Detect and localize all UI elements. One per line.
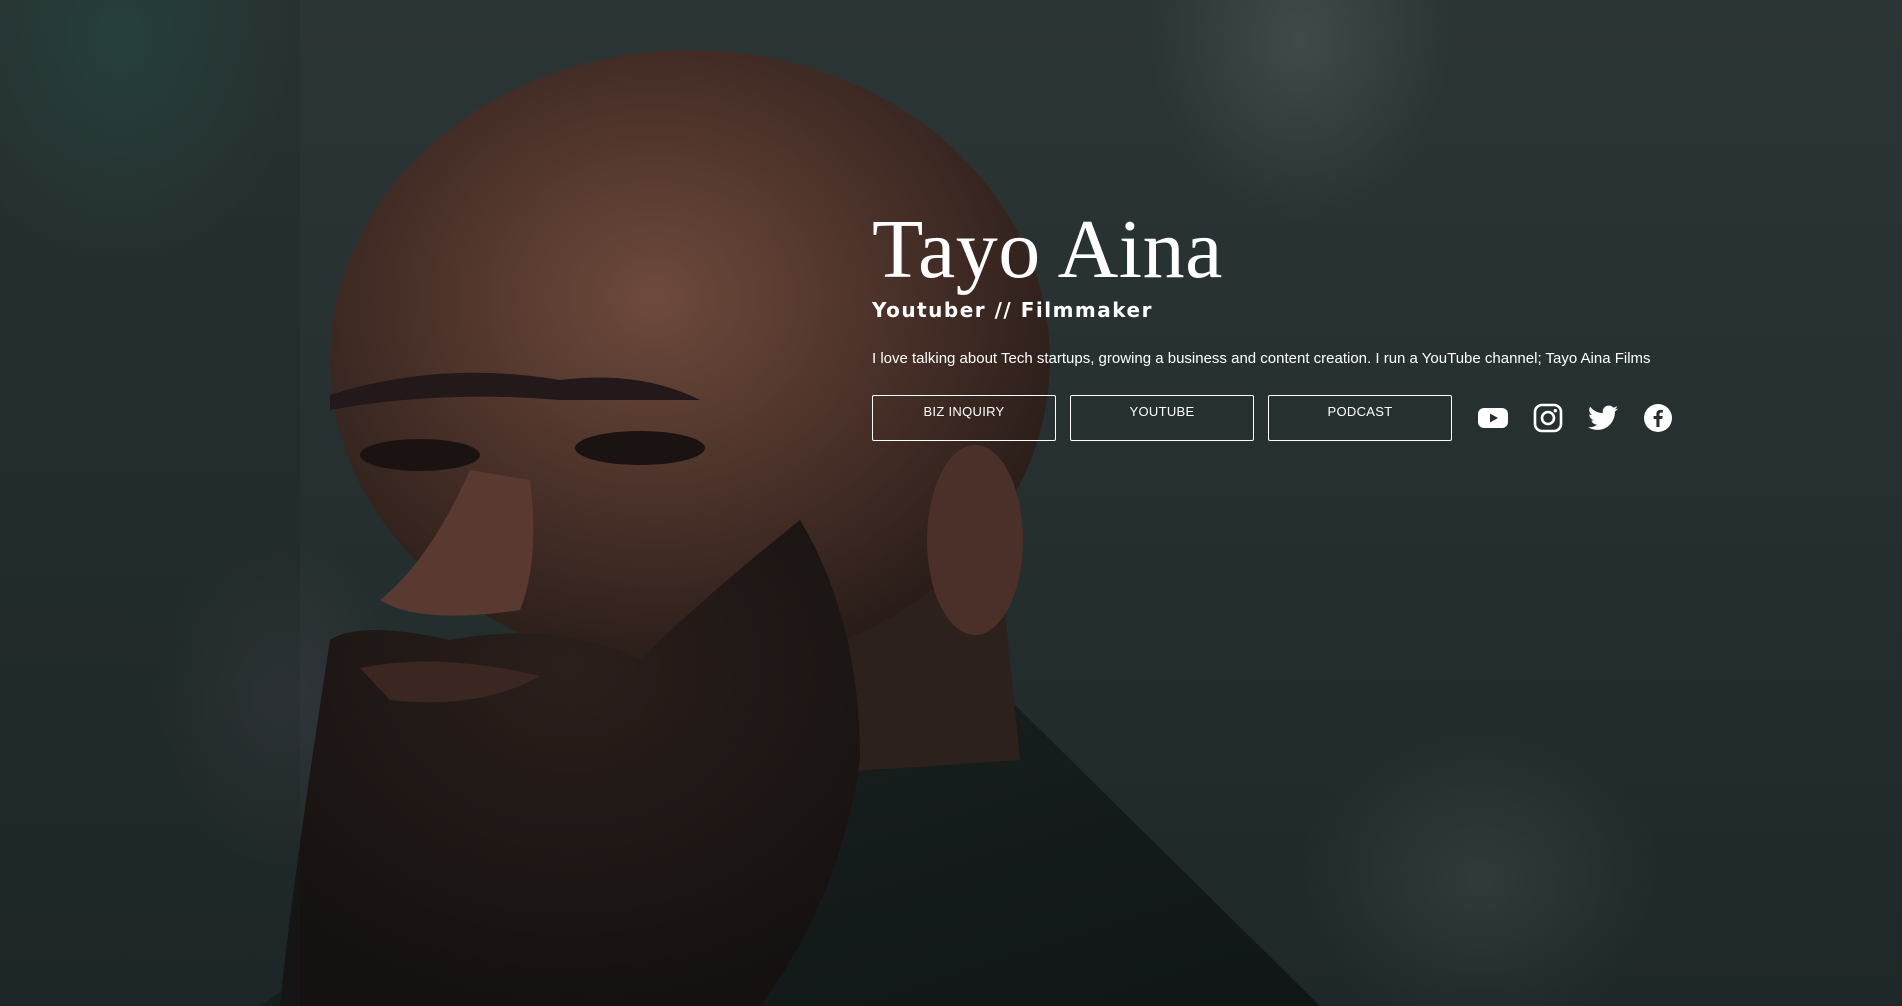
intro-content: Tayo Aina Youtuber // Filmmaker I love t… — [872, 208, 1832, 441]
biz-inquiry-button[interactable]: BIZ INQUIRY — [872, 395, 1056, 441]
social-links — [1476, 401, 1696, 435]
profile-bio: I love talking about Tech startups, grow… — [872, 350, 1651, 367]
podcast-button[interactable]: PODCAST — [1268, 395, 1452, 441]
youtube-icon[interactable] — [1476, 401, 1510, 435]
facebook-icon[interactable] — [1641, 401, 1675, 435]
youtube-button[interactable]: YOUTUBE — [1070, 395, 1254, 441]
profile-name: Tayo Aina — [872, 203, 1223, 296]
hero-section: Tayo Aina Youtuber // Filmmaker I love t… — [0, 0, 1902, 1006]
profile-role: Youtuber // Filmmaker — [872, 298, 1153, 322]
twitter-icon[interactable] — [1586, 401, 1620, 435]
instagram-icon[interactable] — [1531, 401, 1565, 435]
action-bar: BIZ INQUIRY YOUTUBE PODCAST — [872, 395, 1832, 441]
portrait-photo — [0, 0, 1320, 1006]
